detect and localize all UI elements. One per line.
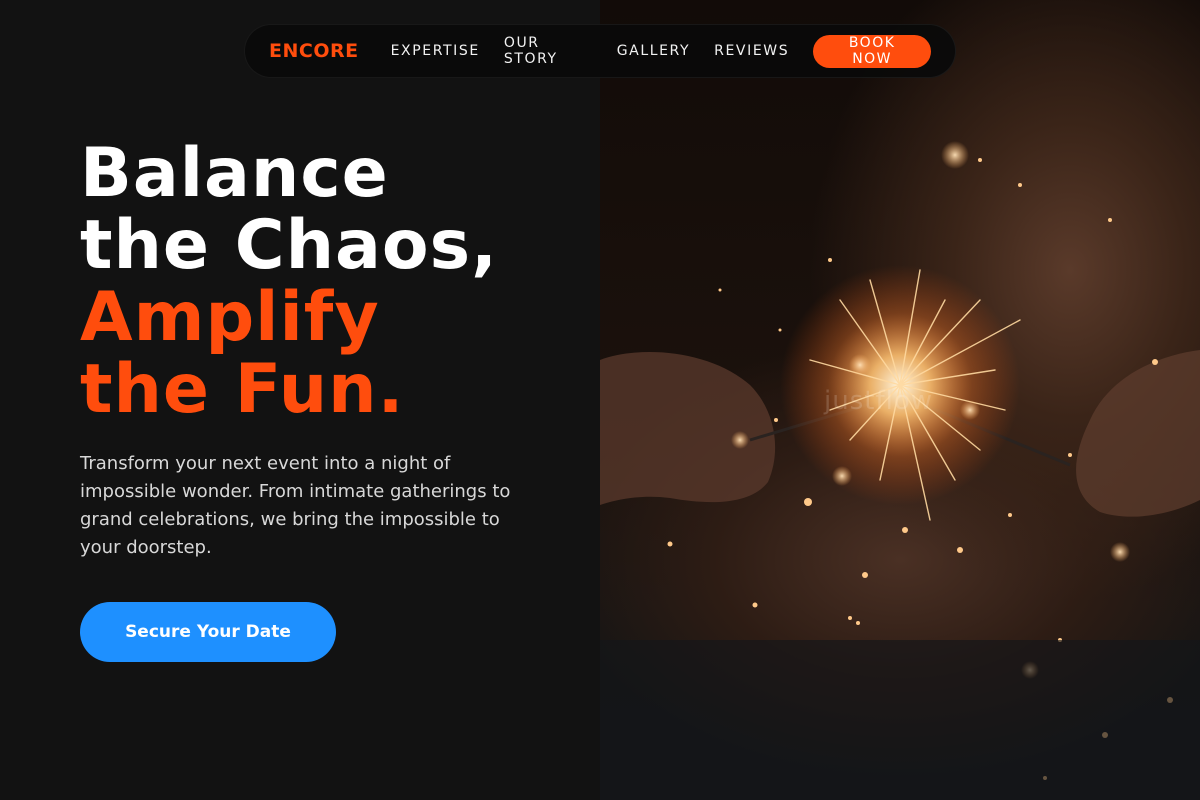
hero-description: Transform your next event into a night o… [80,453,511,558]
hero-sparkler-photo: justflow [600,0,1200,800]
top-navbar: ENCORE EXPERTISE OUR STORY GALLERY REVIE… [244,24,956,78]
brand-logo[interactable]: ENCORE [269,40,359,62]
hero-headline-line-2: the Chaos, [80,206,498,285]
secure-your-date-button[interactable]: Secure Your Date [80,602,336,662]
left-hand-shape [600,352,776,505]
photo-watermark: justflow [824,386,933,416]
hero-headline-accent-line-2: the Fun. [80,350,405,429]
hero-headline-line-1: Balance [80,134,389,213]
nav-link-expertise[interactable]: EXPERTISE [391,43,480,59]
hero-headline-accent-line-1: Amplify [80,278,380,357]
book-now-button[interactable]: BOOK NOW [813,34,931,68]
nav-link-reviews[interactable]: REVIEWS [714,43,789,59]
right-hand-shape [1076,350,1200,517]
nav-link-our-story[interactable]: OUR STORY [504,35,593,67]
lower-clothing-shape [600,640,1200,800]
nav-link-gallery[interactable]: GALLERY [617,43,690,59]
hero-headline: Balance the Chaos, Amplify the Fun. [80,138,498,426]
